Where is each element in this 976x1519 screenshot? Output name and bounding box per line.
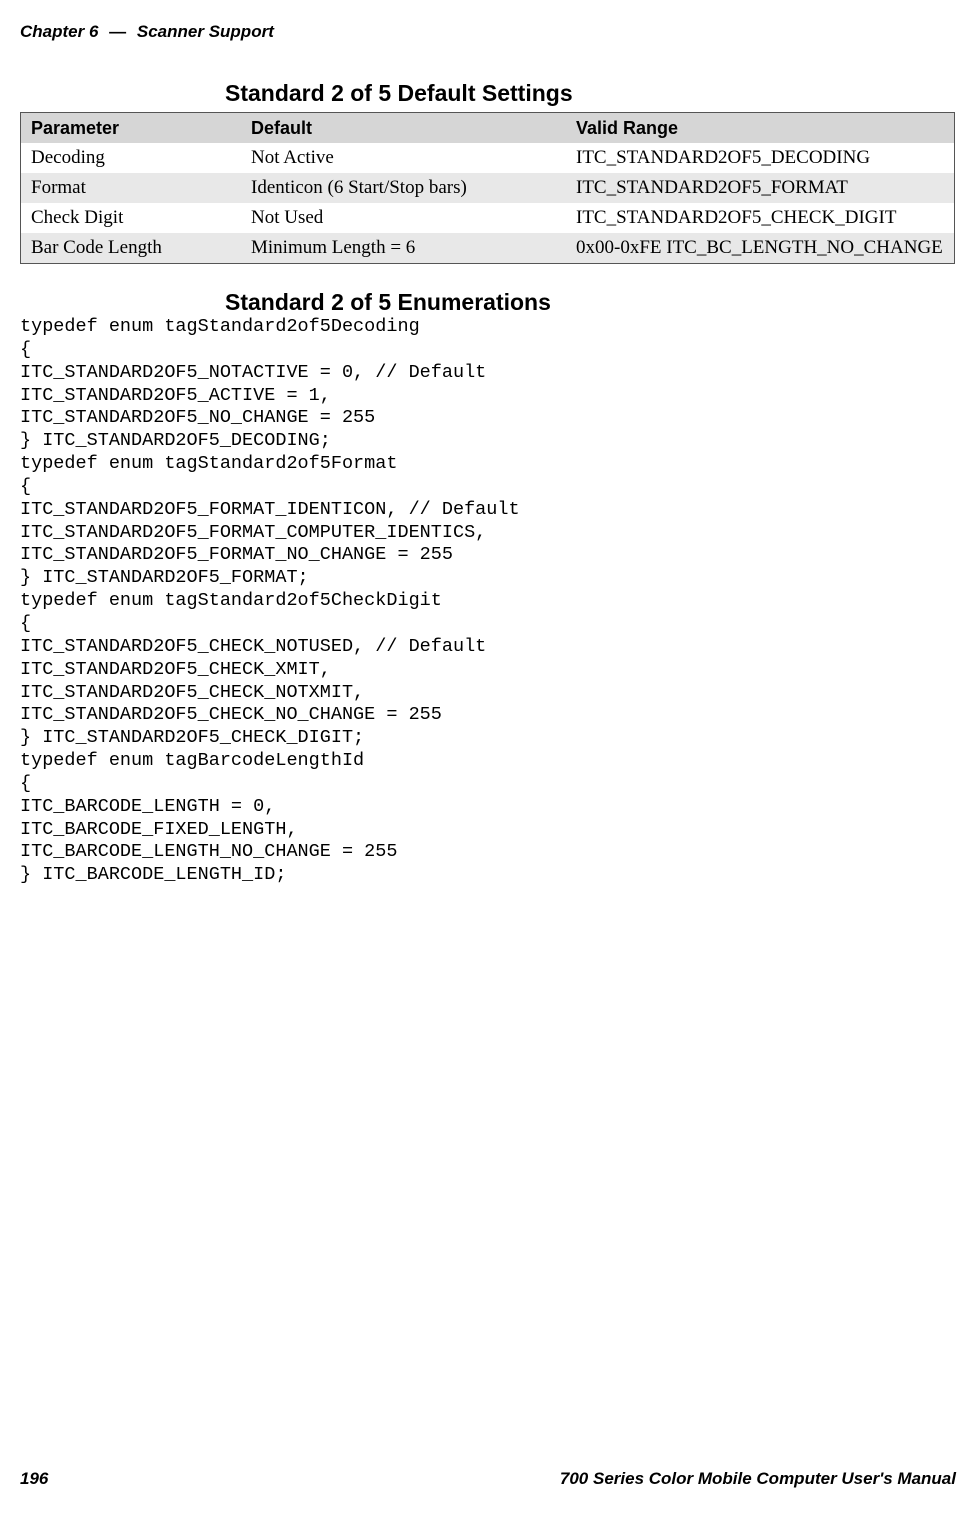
table-row: Bar Code LengthMinimum Length = 60x00-0x… xyxy=(21,233,955,264)
table-cell: ITC_STANDARD2OF5_DECODING xyxy=(566,143,955,173)
table-cell: Format xyxy=(21,173,242,203)
footer: 196 700 Series Color Mobile Computer Use… xyxy=(20,1469,956,1489)
settings-table: Parameter Default Valid Range DecodingNo… xyxy=(20,112,955,264)
settings-table-wrap: Parameter Default Valid Range DecodingNo… xyxy=(20,112,955,264)
table-cell: Not Active xyxy=(241,143,566,173)
table-cell: 0x00-0xFE ITC_BC_LENGTH_NO_CHANGE xyxy=(566,233,955,264)
section-title: Scanner Support xyxy=(137,22,274,41)
table-cell: ITC_STANDARD2OF5_FORMAT xyxy=(566,173,955,203)
table-cell: ITC_STANDARD2OF5_CHECK_DIGIT xyxy=(566,203,955,233)
table-cell: Minimum Length = 6 xyxy=(241,233,566,264)
table-row: DecodingNot ActiveITC_STANDARD2OF5_DECOD… xyxy=(21,143,955,173)
page-number: 196 xyxy=(20,1469,48,1489)
col-valid-range: Valid Range xyxy=(566,113,955,144)
separator: — xyxy=(109,22,126,41)
manual-title: 700 Series Color Mobile Computer User's … xyxy=(560,1469,956,1489)
table-cell: Not Used xyxy=(241,203,566,233)
chapter-label: Chapter 6 xyxy=(20,22,98,41)
page: Chapter 6 — Scanner Support Standard 2 o… xyxy=(0,0,976,1519)
table-row: Check DigitNot UsedITC_STANDARD2OF5_CHEC… xyxy=(21,203,955,233)
table-header-row: Parameter Default Valid Range xyxy=(21,113,955,144)
running-header: Chapter 6 — Scanner Support xyxy=(20,22,274,42)
table-body: DecodingNot ActiveITC_STANDARD2OF5_DECOD… xyxy=(21,143,955,264)
col-parameter: Parameter xyxy=(21,113,242,144)
heading-enumerations: Standard 2 of 5 Enumerations xyxy=(225,289,551,316)
table-cell: Check Digit xyxy=(21,203,242,233)
table-cell: Identicon (6 Start/Stop bars) xyxy=(241,173,566,203)
table-row: FormatIdenticon (6 Start/Stop bars)ITC_S… xyxy=(21,173,955,203)
table-head: Parameter Default Valid Range xyxy=(21,113,955,144)
heading-default-settings: Standard 2 of 5 Default Settings xyxy=(225,80,573,107)
table-cell: Bar Code Length xyxy=(21,233,242,264)
col-default: Default xyxy=(241,113,566,144)
code-block: typedef enum tagStandard2of5Decoding { I… xyxy=(20,316,520,887)
table-cell: Decoding xyxy=(21,143,242,173)
